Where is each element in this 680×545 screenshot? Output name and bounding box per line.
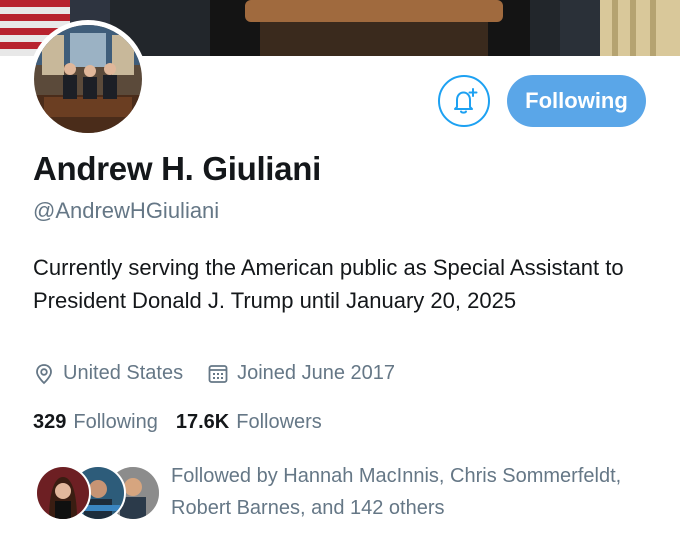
notifications-button[interactable] xyxy=(438,75,490,127)
followed-by-text[interactable]: Followed by Hannah MacInnis, Chris Somme… xyxy=(171,460,651,524)
calendar-icon xyxy=(208,364,228,383)
following-label: Following xyxy=(73,411,158,433)
profile-handle: @AndrewHGiuliani xyxy=(33,198,220,223)
following-stat[interactable]: 329 Following xyxy=(33,411,158,434)
location: United States xyxy=(33,362,183,385)
profile-stats: 329 Following 17.6K Followers xyxy=(33,411,340,434)
followers-stat[interactable]: 17.6K Followers xyxy=(176,411,322,434)
profile-meta: United States Joined June 2017 xyxy=(33,362,395,385)
following-button[interactable]: Following xyxy=(507,75,646,127)
following-count: 329 xyxy=(33,411,67,433)
followers-label: Followers xyxy=(236,411,322,433)
location-pin-icon xyxy=(36,363,52,384)
location-label: United States xyxy=(63,362,184,384)
join-date-label: Joined June 2017 xyxy=(237,362,395,384)
mutual-followers-avatars[interactable] xyxy=(35,465,161,521)
profile-name: Andrew H. Giuliani xyxy=(33,150,321,187)
followers-count: 17.6K xyxy=(175,411,230,433)
profile-bio: Currently serving the American public as… xyxy=(33,255,624,313)
avatar[interactable] xyxy=(29,20,147,138)
mutual-follower-avatar xyxy=(35,465,91,521)
join-date: Joined June 2017 xyxy=(207,362,395,385)
bell-plus-icon xyxy=(454,88,478,114)
